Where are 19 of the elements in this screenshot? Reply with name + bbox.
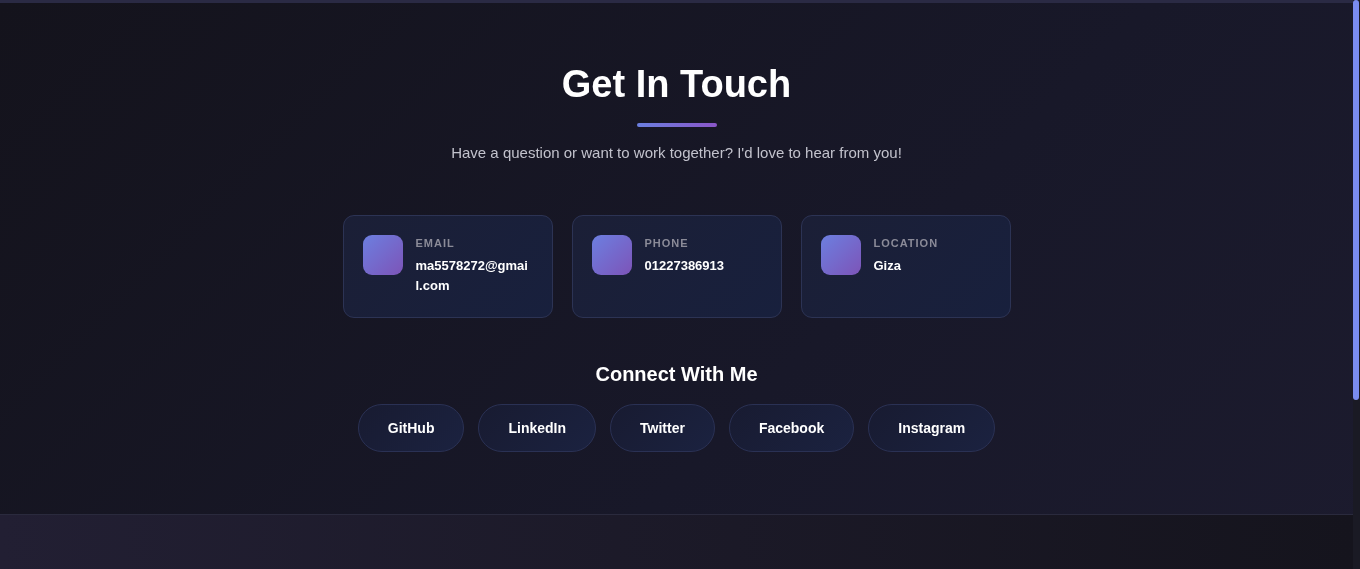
contact-value: ma5578272@gmai l.com [415,257,529,295]
contact-value: Giza [873,257,902,275]
contact-value: 01227386913 [644,257,726,275]
contact-icon [820,235,861,275]
social-heading: Connect With Me [595,362,758,386]
social-link[interactable]: Facebook [728,404,855,452]
contact-icon [362,235,403,275]
scrollbar[interactable] [1353,0,1360,569]
section-subtitle: Have a question or want to work together? I'd love to hear from you! [451,143,902,163]
contact-label: PHONE [644,237,690,249]
contact-icon [591,235,632,275]
scrollbar-thumb[interactable] [1353,0,1359,400]
social-link[interactable]: GitHub [357,404,465,452]
social-link[interactable]: Instagram [868,404,996,452]
social-link[interactable]: Twitter [610,404,715,452]
section-title: Get In Touch [561,62,792,106]
contact-label: LOCATION [873,237,940,249]
social-link[interactable]: LinkedIn [478,404,597,452]
contact-label: EMAIL [415,237,456,249]
